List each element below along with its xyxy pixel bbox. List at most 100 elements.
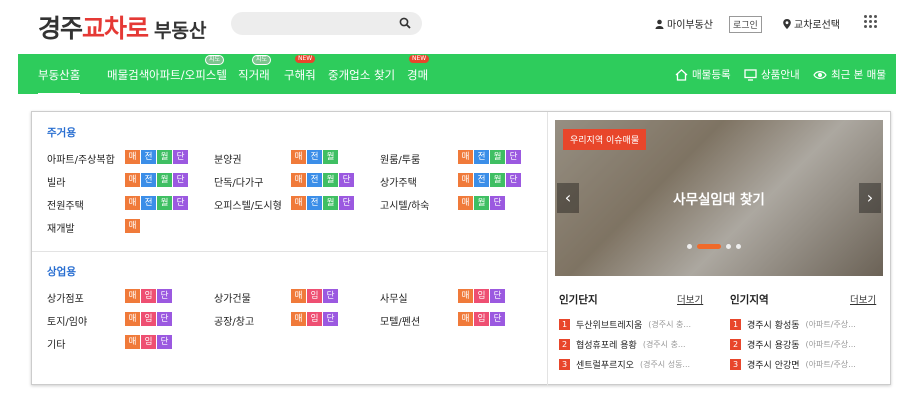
popular-region-more-link[interactable]: 더보기 [850, 292, 876, 306]
deal-type-chip[interactable]: 매 [125, 150, 140, 164]
ranking-item[interactable]: 3 센트럴푸르지오 (경주시 성동... [559, 358, 704, 371]
ranking-item[interactable]: 2 경주시 용강동 (아파트/주상... [730, 338, 875, 351]
deal-type-chip[interactable]: 임 [474, 289, 489, 303]
deal-type-chip[interactable]: 단 [173, 150, 188, 164]
issue-banner[interactable]: 우리지역 이슈매물 사무실임대 찾기 ‹ › [555, 120, 883, 276]
deal-type-chip[interactable]: 전 [307, 173, 322, 187]
deal-type-chip[interactable]: 단 [323, 312, 338, 326]
ranking-item[interactable]: 2 협성휴포레 용황 (경주시 충... [559, 338, 704, 351]
register-listing-link[interactable]: 매물등록 [675, 67, 731, 82]
category-label[interactable]: 사무실 [380, 290, 408, 305]
deal-type-chip[interactable]: 단 [323, 289, 338, 303]
deal-type-chip[interactable]: 월 [490, 173, 505, 187]
deal-type-chip[interactable]: 단 [490, 196, 505, 210]
category-label[interactable]: 오피스텔/도시형 [214, 197, 282, 212]
nav-item-find-for-me[interactable]: NEW 구해줘 [284, 55, 316, 83]
deal-type-chip[interactable]: 매 [125, 289, 140, 303]
deal-type-chip[interactable]: 임 [474, 312, 489, 326]
deal-type-chip[interactable]: 매 [291, 312, 306, 326]
category-label[interactable]: 분양권 [214, 151, 242, 166]
deal-type-chip[interactable]: 단 [339, 196, 354, 210]
nav-item-direct-deal[interactable]: 지도 직거래 [238, 55, 272, 83]
deal-type-chip[interactable]: 단 [157, 335, 172, 349]
deal-type-chip[interactable]: 임 [307, 312, 322, 326]
deal-type-chip[interactable]: 전 [307, 150, 322, 164]
deal-type-chip[interactable]: 임 [141, 289, 156, 303]
login-button[interactable]: 로그인 [729, 16, 762, 33]
category-label[interactable]: 기타 [47, 336, 65, 351]
deal-type-chip[interactable]: 매 [458, 150, 473, 164]
ranking-item[interactable]: 1 두산위브트레지움 (경주시 충... [559, 318, 704, 331]
deal-type-chip[interactable]: 전 [141, 173, 156, 187]
nav-item-apartment-officetel[interactable]: 지도 아파트/오피스텔 [149, 55, 227, 83]
search-input[interactable] [231, 12, 422, 35]
deal-type-chip[interactable]: 매 [291, 196, 306, 210]
banner-next-button[interactable]: › [859, 183, 881, 213]
category-label[interactable]: 원룸/투룸 [380, 151, 420, 166]
deal-type-chip[interactable]: 매 [125, 312, 140, 326]
category-label[interactable]: 모텔/펜션 [380, 313, 420, 328]
deal-type-chip[interactable]: 매 [291, 173, 306, 187]
pager-dot[interactable] [726, 244, 731, 249]
deal-type-chip[interactable]: 매 [458, 173, 473, 187]
deal-type-chip[interactable]: 매 [291, 150, 306, 164]
category-label[interactable]: 단독/다가구 [214, 174, 263, 189]
banner-prev-button[interactable]: ‹ [557, 183, 579, 213]
deal-type-chip[interactable]: 전 [307, 196, 322, 210]
category-label[interactable]: 상가주택 [380, 174, 417, 189]
deal-type-chip[interactable]: 전 [474, 173, 489, 187]
deal-type-chip[interactable]: 월 [157, 150, 172, 164]
category-label[interactable]: 고시텔/하숙 [380, 197, 429, 212]
search-icon[interactable] [399, 17, 411, 29]
deal-type-chip[interactable]: 전 [474, 150, 489, 164]
deal-type-chip[interactable]: 단 [339, 173, 354, 187]
deal-type-chip[interactable]: 단 [506, 173, 521, 187]
deal-type-chip[interactable]: 매 [458, 289, 473, 303]
deal-type-chip[interactable]: 월 [157, 196, 172, 210]
my-realty-link[interactable]: 마이부동산 [655, 16, 713, 31]
deal-type-chip[interactable]: 월 [490, 150, 505, 164]
deal-type-chip[interactable]: 월 [474, 196, 489, 210]
deal-type-chip[interactable]: 단 [173, 173, 188, 187]
deal-type-chip[interactable]: 임 [307, 289, 322, 303]
category-label[interactable]: 아파트/주상복합 [47, 151, 115, 166]
pager-dot[interactable] [687, 244, 692, 249]
deal-type-chip[interactable]: 전 [141, 196, 156, 210]
nav-item-listing-search[interactable]: 매물검색 [107, 67, 149, 83]
deal-type-chip[interactable]: 단 [157, 289, 172, 303]
nav-item-home[interactable]: 부동산홈 [38, 67, 81, 95]
category-label[interactable]: 공장/창고 [214, 313, 254, 328]
all-menu-grid-icon[interactable] [864, 15, 878, 29]
pager-dot[interactable] [736, 244, 741, 249]
deal-type-chip[interactable]: 매 [458, 312, 473, 326]
deal-type-chip[interactable]: 매 [291, 289, 306, 303]
category-label[interactable]: 상가점포 [47, 290, 84, 305]
category-label[interactable]: 토지/임야 [47, 313, 87, 328]
deal-type-chip[interactable]: 매 [125, 335, 140, 349]
category-label[interactable]: 상가건물 [214, 290, 251, 305]
deal-type-chip[interactable]: 월 [323, 196, 338, 210]
deal-type-chip[interactable]: 단 [157, 312, 172, 326]
category-label[interactable]: 재개발 [47, 220, 75, 235]
region-select-link[interactable]: 교차로선택 [783, 16, 840, 31]
category-label[interactable]: 빌라 [47, 174, 65, 189]
deal-type-chip[interactable]: 월 [323, 150, 338, 164]
deal-type-chip[interactable]: 매 [125, 173, 140, 187]
pager-dot-active[interactable] [697, 244, 721, 249]
site-logo[interactable]: 경주교차로 부동산 [38, 9, 206, 45]
deal-type-chip[interactable]: 임 [141, 335, 156, 349]
category-label[interactable]: 전원주택 [47, 197, 84, 212]
deal-type-chip[interactable]: 월 [157, 173, 172, 187]
popular-complex-more-link[interactable]: 더보기 [677, 292, 703, 306]
deal-type-chip[interactable]: 매 [458, 196, 473, 210]
deal-type-chip[interactable]: 매 [125, 219, 140, 233]
product-info-link[interactable]: 상품안내 [744, 67, 800, 82]
ranking-item[interactable]: 1 경주시 황성동 (아파트/주상... [730, 318, 875, 331]
nav-item-auction[interactable]: NEW 경매 [407, 55, 430, 83]
deal-type-chip[interactable]: 전 [141, 150, 156, 164]
nav-item-find-agency[interactable]: 중개업소 찾기 [328, 67, 395, 83]
deal-type-chip[interactable]: 월 [323, 173, 338, 187]
deal-type-chip[interactable]: 단 [173, 196, 188, 210]
deal-type-chip[interactable]: 임 [141, 312, 156, 326]
recently-viewed-link[interactable]: 최근 본 매물 [813, 67, 886, 82]
